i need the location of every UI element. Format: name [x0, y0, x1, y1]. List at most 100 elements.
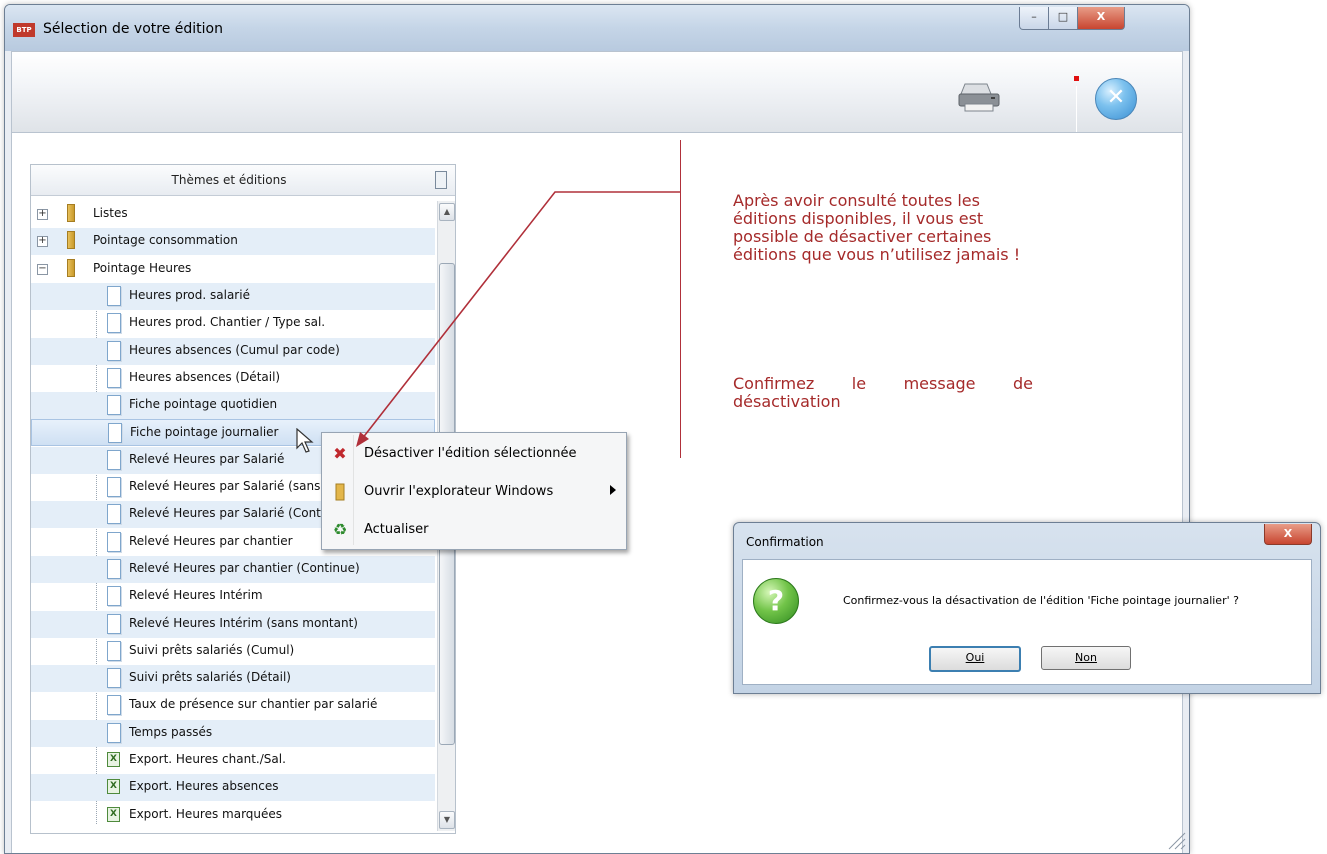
annotation-text-2: Confirmez le message de désactivation	[733, 374, 1033, 411]
document-icon	[107, 368, 121, 388]
tree-row-label: Heures prod. salarié	[129, 288, 250, 302]
tree-row[interactable]: Fiche pointage quotidien	[31, 392, 435, 419]
close-window-button[interactable]: X	[1077, 7, 1125, 30]
app-logo-icon: BTP	[13, 23, 35, 37]
red-indicator	[1074, 76, 1079, 81]
tree-row-label: Relevé Heures par Salarié	[129, 452, 285, 466]
menu-item-label: Actualiser	[364, 522, 429, 537]
tree-row[interactable]: X Export. Heures absences	[31, 774, 435, 801]
folder-icon	[67, 259, 75, 277]
annotation-line	[680, 140, 681, 458]
confirmation-dialog: Confirmation X ? Confirmez-vous la désac…	[733, 522, 1321, 694]
tree-row-label: Heures absences (Cumul par code)	[129, 343, 340, 357]
menu-item-label: Désactiver l'édition sélectionnée	[364, 446, 577, 461]
tree-row-label: Export. Heures marquées	[129, 807, 283, 821]
question-icon: ?	[753, 578, 799, 624]
tree-row-label: Pointage consommation	[93, 233, 238, 247]
context-menu: ✖ Désactiver l'édition sélectionnée Ouvr…	[321, 432, 627, 550]
tree-row-label: Suivi prêts salariés (Détail)	[129, 670, 291, 684]
tree-row-label: Suivi prêts salariés (Cumul)	[129, 643, 295, 657]
submenu-arrow-icon	[610, 485, 616, 495]
document-icon	[107, 395, 121, 415]
excel-icon: X	[107, 779, 120, 794]
toolbar-separator	[1076, 86, 1077, 132]
menu-item-label: Ouvrir l'explorateur Windows	[364, 484, 554, 499]
tree-row-label: Heures prod. Chantier / Type sal.	[129, 315, 326, 329]
document-icon	[107, 477, 121, 497]
tree-row[interactable]: Taux de présence sur chantier par salari…	[31, 692, 435, 719]
tree-row-label: Export. Heures chant./Sal.	[129, 752, 286, 766]
folder-icon	[67, 231, 75, 249]
tree-row[interactable]: Relevé Heures Intérim	[31, 583, 435, 610]
tree-row[interactable]: X Export. Heures marquées	[31, 802, 435, 829]
menu-item-actualiser[interactable]: ♻ Actualiser	[324, 513, 622, 547]
tree-row[interactable]: X Export. Heures chant./Sal.	[31, 747, 435, 774]
column-chooser-icon[interactable]	[435, 171, 447, 189]
maximize-button[interactable]: □	[1048, 7, 1078, 30]
scroll-down-button[interactable]: ▼	[439, 811, 455, 829]
tree-row[interactable]: Suivi prêts salariés (Cumul)	[31, 638, 435, 665]
tree-row-label: Temps passés	[129, 725, 213, 739]
tree-row-label: Fiche pointage journalier	[130, 425, 279, 439]
tree-row[interactable]: + Listes	[31, 201, 435, 228]
mouse-cursor-icon	[296, 428, 314, 453]
tree-row[interactable]: + Pointage consommation	[31, 228, 435, 255]
tree-row-label: Relevé Heures Intérim (sans montant)	[129, 616, 358, 630]
tree-row[interactable]: Heures absences (Détail)	[31, 365, 435, 392]
printer-icon[interactable]	[957, 80, 1001, 114]
excel-icon: X	[107, 752, 120, 767]
tree-row[interactable]: − Pointage Heures	[31, 256, 435, 283]
tree-row-label: Relevé Heures Intérim	[129, 588, 263, 602]
tree-row-label: Listes	[93, 206, 128, 220]
document-icon	[107, 341, 121, 361]
menu-item-ouvrir-explorateur[interactable]: Ouvrir l'explorateur Windows	[324, 475, 622, 509]
tree-row-label: Pointage Heures	[93, 261, 192, 275]
dialog-close-button[interactable]: X	[1264, 524, 1312, 545]
tree-row[interactable]: Suivi prêts salariés (Détail)	[31, 665, 435, 692]
dialog-body: ? Confirmez-vous la désactivation de l'é…	[742, 559, 1312, 685]
annotation-callout: Après avoir consulté toutes les éditions…	[710, 166, 1072, 456]
document-icon	[107, 641, 121, 661]
oui-button[interactable]: Oui	[929, 646, 1021, 672]
document-icon	[107, 286, 121, 306]
tree-row-label: Relevé Heures par Salarié (Continue)	[129, 506, 352, 520]
title-bar[interactable]: BTP Sélection de votre édition – □ X	[5, 5, 1189, 51]
tree-row-label: Heures absences (Détail)	[129, 370, 281, 384]
document-icon	[107, 450, 121, 470]
tree-row-label: Relevé Heures par chantier	[129, 534, 293, 548]
window-title: Sélection de votre édition	[43, 21, 223, 37]
non-button[interactable]: Non	[1041, 646, 1131, 670]
scroll-up-button[interactable]: ▲	[439, 203, 455, 221]
expand-icon[interactable]: +	[37, 236, 48, 247]
document-icon	[107, 559, 121, 579]
excel-icon: X	[107, 807, 120, 822]
document-icon	[107, 668, 121, 688]
tree-row[interactable]: Heures prod. salarié	[31, 283, 435, 310]
tree-row[interactable]: Relevé Heures par chantier (Continue)	[31, 556, 435, 583]
dialog-message: Confirmez-vous la désactivation de l'édi…	[843, 594, 1239, 607]
document-icon	[107, 614, 121, 634]
resize-grip-icon[interactable]	[1165, 829, 1187, 851]
minimize-button[interactable]: –	[1019, 7, 1049, 30]
dialog-title: Confirmation	[746, 535, 824, 549]
document-icon	[107, 532, 121, 552]
exit-icon[interactable]: ✕	[1095, 78, 1137, 120]
tree-row[interactable]: Relevé Heures Intérim (sans montant)	[31, 611, 435, 638]
collapse-icon[interactable]: −	[37, 264, 48, 275]
expand-icon[interactable]: +	[37, 209, 48, 220]
document-icon	[107, 723, 121, 743]
tree-row[interactable]: Heures prod. Chantier / Type sal.	[31, 310, 435, 337]
tree-header: Thèmes et éditions	[31, 165, 455, 196]
document-icon	[107, 695, 121, 715]
toolbar: ✕	[11, 51, 1183, 133]
document-icon	[107, 586, 121, 606]
tree-row-label: Relevé Heures par chantier (Continue)	[129, 561, 360, 575]
folder-icon	[330, 483, 350, 501]
menu-item-desactiver[interactable]: ✖ Désactiver l'édition sélectionnée	[324, 437, 622, 471]
tree-header-label: Thèmes et éditions	[171, 173, 287, 187]
document-icon	[107, 504, 121, 524]
tree-row[interactable]: Heures absences (Cumul par code)	[31, 338, 435, 365]
annotation-text-1: Après avoir consulté toutes les éditions…	[733, 191, 1021, 264]
tree-row[interactable]: Temps passés	[31, 720, 435, 747]
tree-row-label: Fiche pointage quotidien	[129, 397, 278, 411]
